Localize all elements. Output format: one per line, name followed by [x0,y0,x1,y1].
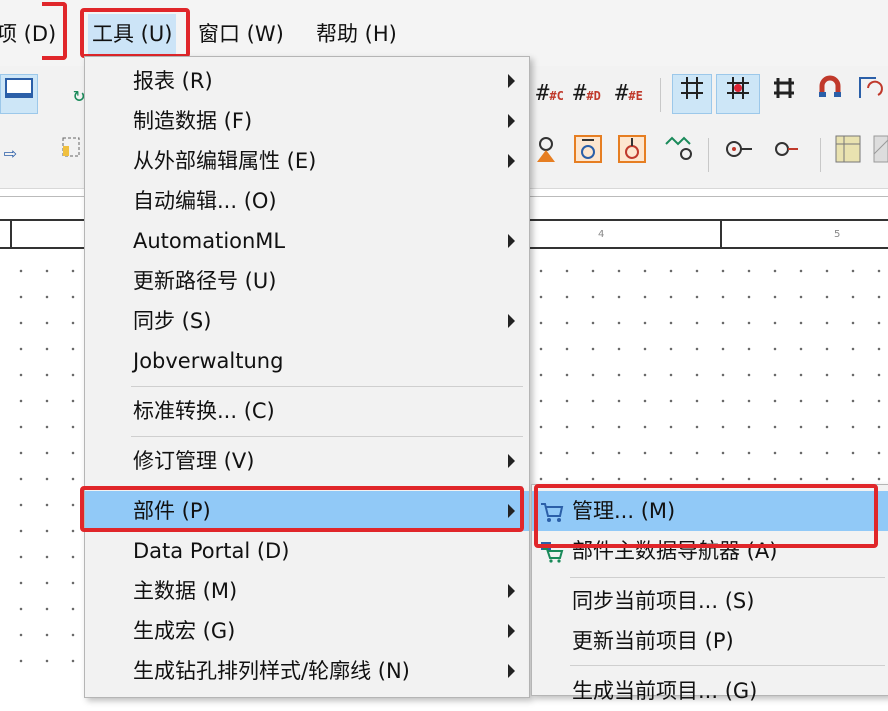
hatch-icon[interactable] [872,134,888,174]
wire-icon[interactable] [662,134,698,174]
grid-c-icon[interactable]: ##C [534,74,566,114]
menu-window[interactable]: 窗口 (W) [198,14,284,54]
chevron-right-icon [508,504,515,518]
submenu-item-parts-master-data-navigator[interactable]: 部件主数据导航器 (A) [532,531,888,571]
toolbar-separator [660,78,661,112]
table-icon[interactable] [832,134,864,174]
menu-item-sync[interactable]: 同步 (S) [85,301,529,341]
menu-item-standard-conversion[interactable]: 标准转换... (C) [85,391,529,431]
menu-help[interactable]: 帮助 (H) [316,14,397,54]
chevron-right-icon [508,114,515,128]
ruler-label: 5 [834,229,841,240]
crop-icon[interactable] [766,74,802,114]
menu-item-auto-edit[interactable]: 自动编辑... (O) [85,181,529,221]
cart-icon [541,503,564,522]
chevron-right-icon [508,624,515,638]
ruler-tick [10,219,12,249]
menu-item-jobverwaltung[interactable]: Jobverwaltung [85,341,529,381]
tools-menu: 报表 (R) 制造数据 (F) 从外部编辑属性 (E) 自动编辑... (O) … [84,56,530,698]
chevron-right-icon [508,314,515,328]
ruler-label: 4 [598,229,605,240]
menu-item-data-portal[interactable]: Data Portal (D) [85,531,529,571]
menu-item-parts[interactable]: 部件 (P) [85,491,529,531]
menu-separator [131,436,523,437]
magnet-icon[interactable] [812,74,848,114]
terminal-icon[interactable] [768,134,802,174]
chevron-right-icon [508,454,515,468]
menu-separator [131,486,523,487]
chevron-right-icon [508,74,515,88]
menu-tools[interactable]: 工具 (U) [88,14,177,54]
toolbar-separator [708,138,709,172]
arrow-icon[interactable]: ⇨ [0,134,20,174]
menu-item-reports[interactable]: 报表 (R) [85,61,529,101]
menu-item-master-data[interactable]: 主数据 (M) [85,571,529,611]
grid-snap-icon[interactable] [716,74,760,114]
parts-submenu: 管理... (M) 部件主数据导航器 (A) 同步当前项目... (S) 更新当… [531,484,888,703]
submenu-item-generate-current-project[interactable]: 生成当前项目... (G) [532,671,888,711]
menu-item-revision-management[interactable]: 修订管理 (V) [85,441,529,481]
menu-item-update-path-numbers[interactable]: 更新路径号 (U) [85,261,529,301]
connector-icon[interactable] [572,134,604,174]
grid-e-icon[interactable]: ##E [612,74,646,114]
menu-item-automationml[interactable]: AutomationML [85,221,529,261]
node-icon[interactable] [722,134,756,174]
cart-icon [541,542,564,563]
submenu-item-sync-current-project[interactable]: 同步当前项目... (S) [532,581,888,621]
chevron-right-icon [508,584,515,598]
chevron-right-icon [508,664,515,678]
grid-icon[interactable] [672,74,712,114]
chevron-right-icon [508,234,515,248]
menu-separator [570,665,885,666]
toolbar-separator [820,138,821,172]
menu-separator [570,577,885,578]
submenu-item-update-current-project[interactable]: 更新当前项目 (P) [532,621,888,661]
rotate-icon[interactable] [854,74,888,114]
menu-item-generate-macros[interactable]: 生成宏 (G) [85,611,529,651]
ruler-tick [720,219,722,249]
component-icon[interactable] [530,134,562,174]
chevron-right-icon [508,154,515,168]
menu-separator [131,386,523,387]
menu-item-drilling-pattern[interactable]: 生成钻孔排列样式/轮廓线 (N) [85,651,529,691]
select-icon[interactable] [60,134,82,174]
submenu-item-manage[interactable]: 管理... (M) [532,491,888,531]
grid-d-icon[interactable]: ##D [570,74,604,114]
menu-item-edit-external-properties[interactable]: 从外部编辑属性 (E) [85,141,529,181]
menu-item-manufacturing-data[interactable]: 制造数据 (F) [85,101,529,141]
menu-project-partial[interactable]: 项 (D) [0,14,56,54]
connector-up-icon[interactable] [616,134,648,174]
page-icon[interactable] [0,74,38,114]
